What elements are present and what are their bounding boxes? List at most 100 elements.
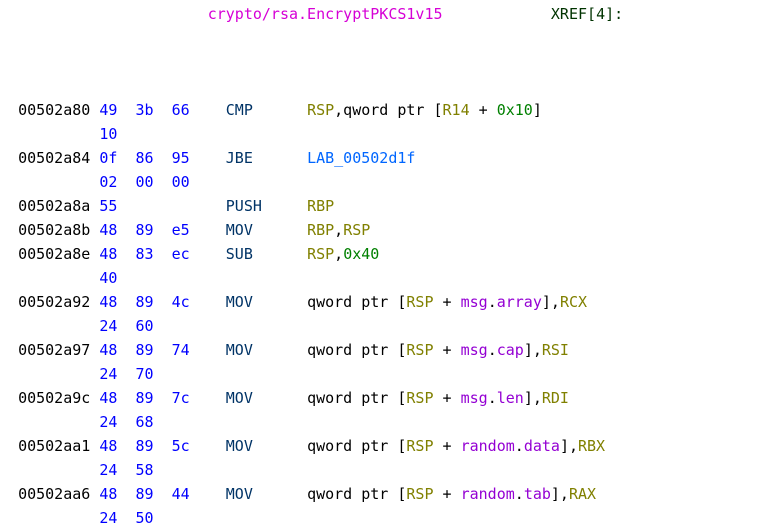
blank-line xyxy=(0,74,775,98)
asm-row[interactable]: 00502a8e 48 83 ec SUB RSP,0x40 xyxy=(0,242,775,266)
asm-row[interactable]: 00502a80 49 3b 66 CMP RSP,qword ptr [R14… xyxy=(0,98,775,122)
asm-row[interactable]: 00502a84 0f 86 95 JBE LAB_00502d1f xyxy=(0,146,775,170)
operand-struct-field[interactable]: msg xyxy=(461,389,488,407)
bytes: 24 50 xyxy=(99,509,153,527)
asm-row-bytes-continuation: 24 50 xyxy=(0,506,775,530)
xref-close[interactable]: ]: xyxy=(605,5,623,23)
operand-text: . xyxy=(515,437,524,455)
mnemonic: MOV xyxy=(226,341,307,359)
operand-register[interactable]: RSP xyxy=(307,245,334,263)
bytes: 24 68 xyxy=(99,413,153,431)
operand-register[interactable]: RAX xyxy=(569,485,596,503)
address[interactable]: 00502a92 xyxy=(18,293,90,311)
asm-row[interactable]: 00502a92 48 89 4c MOV qword ptr [RSP + m… xyxy=(0,290,775,314)
bytes: 24 58 xyxy=(99,461,153,479)
bytes: 48 89 4c xyxy=(99,293,225,311)
asm-row[interactable]: 00502aa1 48 89 5c MOV qword ptr [RSP + r… xyxy=(0,434,775,458)
operand-text: + xyxy=(434,293,461,311)
address[interactable]: 00502a9c xyxy=(18,389,90,407)
operand-register[interactable]: RBP xyxy=(307,197,334,215)
mnemonic: SUB xyxy=(226,245,307,263)
address[interactable]: 00502aa1 xyxy=(18,437,90,455)
address[interactable]: 00502a8e xyxy=(18,245,90,263)
bytes: 48 89 7c xyxy=(99,389,225,407)
operand-register[interactable]: RSP xyxy=(406,341,433,359)
operand-struct-field[interactable]: data xyxy=(524,437,560,455)
mnemonic: MOV xyxy=(226,437,307,455)
operand-text: + xyxy=(470,101,497,119)
xref-count[interactable]: 4 xyxy=(596,5,605,23)
asm-row-bytes-continuation: 24 68 xyxy=(0,410,775,434)
operand-register[interactable]: RSP xyxy=(406,293,433,311)
asm-row-bytes-continuation: 10 xyxy=(0,122,775,146)
operand-text: qword ptr [ xyxy=(307,437,406,455)
operand-text: + xyxy=(434,437,461,455)
operand-text: qword ptr [ xyxy=(307,293,406,311)
bytes: 55 xyxy=(99,197,225,215)
operand-text: , xyxy=(334,221,343,239)
asm-row[interactable]: 00502a8a 55 PUSH RBP xyxy=(0,194,775,218)
operand-struct-field[interactable]: cap xyxy=(497,341,524,359)
operand-text: qword ptr [ xyxy=(307,485,406,503)
operand-text: , xyxy=(334,245,343,263)
bytes: 48 89 5c xyxy=(99,437,225,455)
mnemonic: MOV xyxy=(226,293,307,311)
operand-register[interactable]: RBX xyxy=(578,437,605,455)
mnemonic: PUSH xyxy=(226,197,307,215)
operand-register[interactable]: RSI xyxy=(542,341,569,359)
operand-text: + xyxy=(434,389,461,407)
operand-register[interactable]: RSP xyxy=(406,437,433,455)
bytes: 48 83 ec xyxy=(99,245,225,263)
operand-struct-field[interactable]: tab xyxy=(524,485,551,503)
asm-row[interactable]: 00502a9c 48 89 7c MOV qword ptr [RSP + m… xyxy=(0,386,775,410)
operand-register[interactable]: RDI xyxy=(542,389,569,407)
operand-struct-field[interactable]: array xyxy=(497,293,542,311)
address[interactable]: 00502a8b xyxy=(18,221,90,239)
operand-label[interactable]: LAB_00502d1f xyxy=(307,149,415,167)
asm-row[interactable]: 00502a97 48 89 74 MOV qword ptr [RSP + m… xyxy=(0,338,775,362)
operand-text: . xyxy=(488,293,497,311)
operand-text: ] xyxy=(533,101,542,119)
blank-line xyxy=(0,50,775,74)
operand-struct-field[interactable]: len xyxy=(497,389,524,407)
operand-struct-field[interactable]: msg xyxy=(461,293,488,311)
operand-text: ], xyxy=(560,437,578,455)
operand-register[interactable]: RSP xyxy=(406,389,433,407)
operand-register[interactable]: RSP xyxy=(406,485,433,503)
operand-literal[interactable]: 0x40 xyxy=(343,245,379,263)
mnemonic: CMP xyxy=(226,101,307,119)
operand-register[interactable]: RCX xyxy=(560,293,587,311)
asm-row[interactable]: 00502aa6 48 89 44 MOV qword ptr [RSP + r… xyxy=(0,482,775,506)
operand-text: . xyxy=(515,485,524,503)
asm-row-bytes-continuation: 24 70 xyxy=(0,362,775,386)
function-name[interactable]: crypto/rsa.EncryptPKCS1v15 xyxy=(208,5,443,23)
operand-text: qword ptr [ xyxy=(307,389,406,407)
operand-register[interactable]: RSP xyxy=(307,101,334,119)
bytes: 02 00 00 xyxy=(99,173,189,191)
operand-text: ], xyxy=(542,293,560,311)
address[interactable]: 00502a8a xyxy=(18,197,90,215)
address[interactable]: 00502aa6 xyxy=(18,485,90,503)
xref-label[interactable]: XREF[ xyxy=(551,5,596,23)
operand-register[interactable]: RSP xyxy=(343,221,370,239)
operand-struct-field[interactable]: random xyxy=(461,485,515,503)
mnemonic: MOV xyxy=(226,221,307,239)
mnemonic: MOV xyxy=(226,389,307,407)
address[interactable]: 00502a84 xyxy=(18,149,90,167)
operand-literal[interactable]: 0x10 xyxy=(497,101,533,119)
asm-row[interactable]: 00502a8b 48 89 e5 MOV RBP,RSP xyxy=(0,218,775,242)
operand-text: + xyxy=(434,341,461,359)
operand-text: . xyxy=(488,389,497,407)
asm-row-bytes-continuation: 40 xyxy=(0,266,775,290)
bytes: 48 89 44 xyxy=(99,485,225,503)
address[interactable]: 00502a80 xyxy=(18,101,90,119)
address[interactable]: 00502a97 xyxy=(18,341,90,359)
asm-row-bytes-continuation: 24 58 xyxy=(0,458,775,482)
operand-struct-field[interactable]: msg xyxy=(461,341,488,359)
bytes: 10 xyxy=(99,125,117,143)
operand-register[interactable]: RBP xyxy=(307,221,334,239)
operand-text: ], xyxy=(524,389,542,407)
operand-struct-field[interactable]: random xyxy=(461,437,515,455)
operand-register[interactable]: R14 xyxy=(443,101,470,119)
bytes: 0f 86 95 xyxy=(99,149,225,167)
